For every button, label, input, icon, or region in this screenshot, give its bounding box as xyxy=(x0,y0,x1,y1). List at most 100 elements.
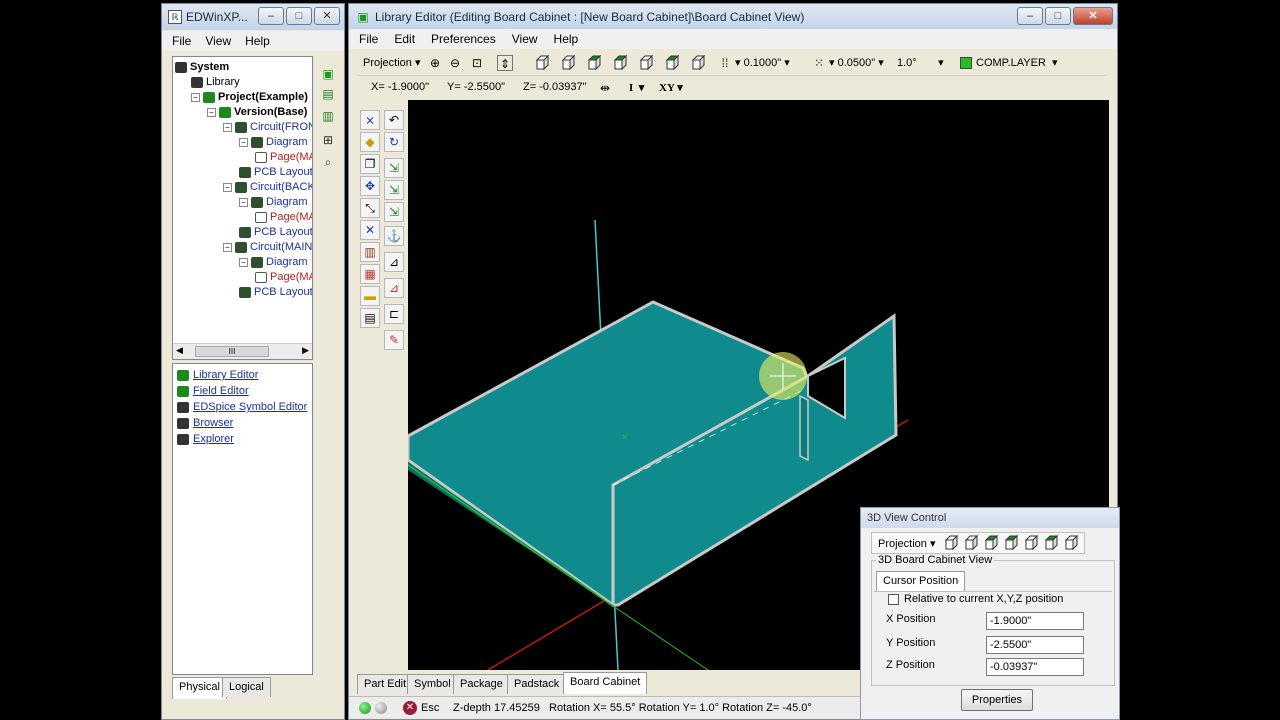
menu-file[interactable]: File xyxy=(359,32,378,46)
tab-part-edit[interactable]: Part Edit xyxy=(357,674,414,694)
tree-item[interactable]: Page(MA xyxy=(255,270,312,285)
tree-item[interactable]: PCB Layout xyxy=(239,225,312,240)
close-button[interactable]: ✕ xyxy=(314,7,340,25)
menu-view[interactable]: View xyxy=(205,34,231,48)
draw-line-icon[interactable]: ⊿ xyxy=(384,252,404,272)
relative-checkbox[interactable] xyxy=(888,594,899,605)
tab-symbol[interactable]: Symbol xyxy=(407,674,458,694)
tree-expander-icon[interactable]: − xyxy=(223,242,232,252)
tool-link[interactable]: Browser xyxy=(177,417,233,429)
view-cube-icon[interactable] xyxy=(639,55,655,71)
editor-maximize-button[interactable]: □ xyxy=(1045,7,1071,25)
zoom-window-icon[interactable]: ⊡ xyxy=(469,55,485,71)
grid-dots-icon[interactable]: ⁞⁞ xyxy=(717,55,733,71)
zoom-in-icon[interactable]: ⊕ xyxy=(427,55,443,71)
editor-close-button[interactable]: ✕ xyxy=(1073,7,1113,25)
grid-size-dropdown[interactable]: ▾ 0.1000" ▾ xyxy=(735,56,790,69)
tree-item[interactable]: PCB Layout xyxy=(239,165,312,180)
view-cube-icon[interactable] xyxy=(587,55,603,71)
rotate-icon[interactable]: ↻ xyxy=(384,132,404,152)
snap-grid-icon[interactable]: ⁙ xyxy=(811,55,827,71)
tree-item[interactable]: − Circuit(FRONTPA xyxy=(223,120,312,135)
field-tool-icon[interactable]: ▤ xyxy=(320,86,336,102)
tree-expander-icon[interactable]: − xyxy=(207,107,216,117)
project-tree[interactable]: System Library − Project(Example) − Version(B… xyxy=(172,56,313,360)
view-cube-icon[interactable] xyxy=(613,55,629,71)
esc-label[interactable]: Esc xyxy=(421,702,439,714)
tree-item[interactable]: Library xyxy=(191,75,240,90)
menu-help[interactable]: Help xyxy=(554,32,579,46)
view-cube-icon[interactable] xyxy=(561,55,577,71)
copy-icon[interactable]: ❐ xyxy=(360,154,380,174)
move-icon[interactable]: ✥ xyxy=(360,176,380,196)
scroll-left-icon[interactable]: ◀ xyxy=(176,345,183,356)
tree-expander-icon[interactable]: − xyxy=(223,122,232,132)
align-z-icon[interactable]: ⇲ xyxy=(384,202,404,222)
scroll-thumb[interactable]: III xyxy=(195,346,269,357)
view-cube-icon[interactable] xyxy=(944,535,960,551)
scroll-right-icon[interactable]: ▶ xyxy=(302,345,309,356)
tree-item[interactable]: − Project(Example) xyxy=(191,90,308,105)
pencil-icon[interactable]: ✎ xyxy=(384,330,404,350)
symbol-tool-icon[interactable]: ▥ xyxy=(320,108,336,124)
view-cube-icon[interactable] xyxy=(535,55,551,71)
editor-minimize-button[interactable]: – xyxy=(1017,7,1043,25)
tree-item[interactable]: − Diagram xyxy=(239,135,308,150)
properties-button[interactable]: Properties xyxy=(961,689,1033,711)
view-cube-icon[interactable] xyxy=(665,55,681,71)
explorer-tool-icon[interactable]: ⌕ xyxy=(320,154,336,170)
properties-icon[interactable]: ▤ xyxy=(360,308,380,328)
tree-item[interactable]: − Circuit(BACKPAN xyxy=(223,180,312,195)
angle-dropdown[interactable]: 1.0° ▾ xyxy=(897,56,944,69)
tree-expander-icon[interactable]: − xyxy=(239,257,248,267)
library-tool-icon[interactable]: ▣ xyxy=(320,66,336,82)
shape-icon[interactable]: ◆ xyxy=(360,132,380,152)
tab-logical[interactable]: Logical xyxy=(222,677,271,697)
palette-icon[interactable]: ▦ xyxy=(360,264,380,284)
z-position-field[interactable]: -0.03937" xyxy=(986,658,1084,676)
menu-edit[interactable]: Edit xyxy=(394,32,415,46)
tree-expander-icon[interactable]: − xyxy=(191,92,200,102)
esc-icon[interactable]: ✕ xyxy=(403,701,417,715)
fit-view-icon[interactable]: ⇕ xyxy=(497,55,513,71)
tool-link[interactable]: Library Editor xyxy=(177,369,258,381)
panel-projection-dropdown[interactable]: Projection ▾ xyxy=(878,537,936,550)
open-folder-icon[interactable]: ▬ xyxy=(360,286,380,306)
menu-preferences[interactable]: Preferences xyxy=(431,32,496,46)
tree-item[interactable]: PCB Layout xyxy=(239,285,312,300)
tree-item[interactable]: − Diagram xyxy=(239,255,308,270)
snap-size-dropdown[interactable]: ▾ 0.0500" ▾ xyxy=(829,56,884,69)
view-cube-icon[interactable] xyxy=(1004,535,1020,551)
measure-icon[interactable]: ⇹ xyxy=(597,80,613,96)
view-cube-icon[interactable] xyxy=(1024,535,1040,551)
draw-hole-icon[interactable]: ⊏ xyxy=(384,304,404,324)
tree-expander-icon[interactable]: − xyxy=(239,197,248,207)
tree-item[interactable]: Page(MA xyxy=(255,210,312,225)
y-position-field[interactable]: -2.5500" xyxy=(986,636,1084,654)
menu-view[interactable]: View xyxy=(512,32,538,46)
tab-package[interactable]: Package xyxy=(453,674,510,694)
tab-cursor-position[interactable]: Cursor Position xyxy=(876,571,966,591)
tree-item[interactable]: − Diagram xyxy=(239,195,308,210)
tab-board-cabinet[interactable]: Board Cabinet xyxy=(563,672,648,694)
tree-expander-icon[interactable]: − xyxy=(239,137,248,147)
tab-physical[interactable]: Physical xyxy=(172,677,227,699)
select-icon[interactable]: ⨯ xyxy=(360,110,380,130)
tree-item[interactable]: System xyxy=(175,60,229,75)
menu-file[interactable]: File xyxy=(172,34,191,48)
projection-dropdown[interactable]: Projection ▾ xyxy=(363,56,421,69)
tool-link[interactable]: EDSpice Symbol Editor xyxy=(177,401,307,413)
plane-dropdown[interactable]: XY ▾ xyxy=(659,81,683,94)
align-y-icon[interactable]: ⇲ xyxy=(384,180,404,200)
tree-item[interactable]: Page(MA xyxy=(255,150,312,165)
align-x-icon[interactable]: ⇲ xyxy=(384,158,404,178)
minimize-button[interactable]: – xyxy=(258,7,284,25)
mode-dropdown[interactable]: I ▾ xyxy=(629,81,644,94)
library-books-icon[interactable]: ▥ xyxy=(360,242,380,262)
tree-hscrollbar[interactable]: ◀ III ▶ xyxy=(173,343,312,359)
layer-dropdown[interactable]: COMP.LAYER ▾ xyxy=(976,56,1058,69)
tree-expander-icon[interactable]: − xyxy=(223,182,232,192)
tab-padstack[interactable]: Padstack xyxy=(507,674,567,694)
delete-icon[interactable]: ✕ xyxy=(360,220,380,240)
stretch-icon[interactable]: ⤡ xyxy=(360,198,380,218)
